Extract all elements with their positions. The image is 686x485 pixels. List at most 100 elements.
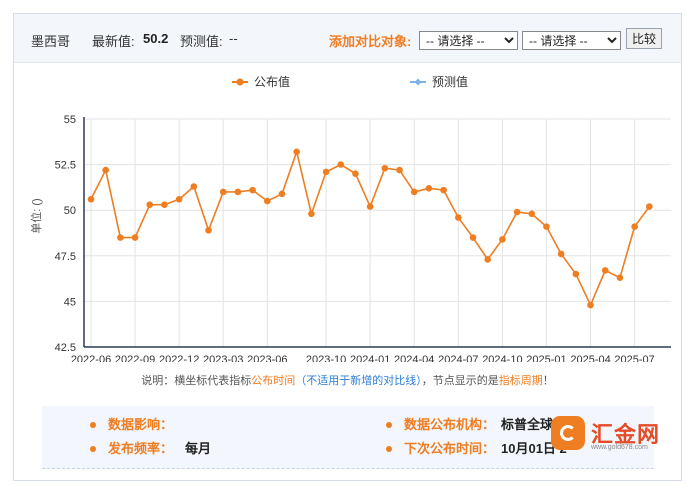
data-point: [87, 195, 95, 203]
data-point: [366, 203, 374, 210]
legend-label-forecast[interactable]: 预测值: [432, 74, 468, 89]
data-point: [175, 195, 183, 203]
x-tick-label: 2022-09: [115, 354, 155, 362]
data-point: [293, 148, 300, 156]
data-point: [469, 234, 477, 241]
x-axis-ticks: 2022-06 2022-09 2022-12 2023-03 2023-06 2023-…: [71, 354, 655, 362]
data-point: [190, 183, 198, 190]
data-point: [278, 190, 286, 198]
indicator-header: 墨西哥 最新值: 50.2 预测值: -- 添加对比对象: -- 请选择 -- …: [14, 14, 681, 63]
y-axis-label: 单位: (): [29, 198, 43, 233]
y-tick-label: 47.5: [55, 251, 76, 263]
data-point: [381, 164, 389, 172]
bullet-icon: [386, 421, 392, 428]
add-compare-label: 添加对比对象:: [329, 34, 412, 49]
info-impact: 数据影响：: [90, 414, 179, 433]
data-point: [161, 201, 168, 209]
bullet-icon: [90, 421, 96, 428]
x-tick-label: 2022-12: [159, 354, 199, 362]
y-tick-label: 50: [64, 205, 76, 217]
data-point: [543, 223, 550, 230]
x-tick-label: 2025-07: [614, 354, 654, 362]
data-point: [616, 274, 624, 281]
chart-note: 说明：横坐标代表指标公布时间（不适用于新增的对比线），节点显示的是指标周期！: [14, 372, 681, 388]
line-chart: 公布值 预测值 单位: () 42.5 45 47.5 50 52.5 55 2022-0…: [29, 74, 671, 362]
logo-url: www.gold678.com: [591, 444, 648, 451]
x-tick-label: 2023-06: [247, 354, 287, 362]
info-agency-value: 标普全球: [501, 417, 554, 432]
compare-button[interactable]: 比较: [626, 28, 662, 49]
data-point: [131, 234, 139, 241]
data-point: [396, 166, 403, 174]
y-tick-label: 45: [64, 296, 76, 308]
note-paren: （不适用于新增的对比线）: [295, 375, 422, 387]
info-impact-label: 数据影响：: [108, 417, 174, 432]
y-tick-label: 52.5: [55, 160, 76, 172]
info-agency: 数据公布机构： 标普全球: [386, 414, 553, 433]
chart-axes: [83, 117, 671, 348]
info-next-release: 下次公布时间： 10月01日 2: [386, 438, 567, 457]
chart-grid: [84, 118, 671, 348]
data-point: [205, 226, 212, 234]
compare-select-1[interactable]: -- 请选择 --: [419, 31, 518, 50]
chart-legend: 公布值 预测值: [232, 74, 468, 89]
legend-label-published[interactable]: 公布值: [254, 74, 290, 89]
x-tick-label: 2025-01: [526, 354, 566, 362]
data-point: [425, 185, 433, 192]
x-tick-label: 2024-10: [482, 354, 522, 362]
data-point: [146, 201, 154, 209]
data-point: [249, 186, 256, 194]
info-frequency-label: 发布频率：: [108, 441, 174, 456]
info-frequency: 发布频率： 每月: [90, 438, 211, 457]
data-point: [219, 188, 227, 196]
x-tick-label: 2023-03: [203, 354, 243, 362]
bullet-icon: [386, 445, 392, 452]
x-tick-label: 2025-04: [570, 354, 610, 362]
latest-value: 50.2: [143, 31, 169, 46]
data-point: [601, 267, 609, 274]
data-point: [234, 188, 242, 196]
x-tick-label: 2024-01: [350, 354, 390, 362]
x-tick-label: 2024-07: [438, 354, 478, 362]
data-point: [557, 250, 565, 258]
legend-marker-forecast: [414, 78, 422, 86]
note-period: 指标周期: [498, 375, 543, 387]
data-point: [264, 197, 271, 205]
y-tick-label: 42.5: [55, 342, 76, 354]
site-logo[interactable]: 汇金网 www.gold678.com: [551, 416, 671, 456]
data-point: [646, 203, 653, 210]
data-point: [528, 210, 536, 218]
note-suffix: ！: [542, 375, 554, 387]
data-point: [455, 214, 462, 221]
latest-value-label: 最新值:: [92, 34, 135, 49]
note-publish-time: 公布时间: [251, 375, 296, 387]
data-point: [410, 188, 418, 196]
data-point: [308, 210, 315, 218]
data-point: [117, 234, 124, 241]
logo-mark-icon: [551, 416, 585, 450]
compare-select-2[interactable]: -- 请选择 --: [522, 31, 621, 50]
data-point: [337, 161, 345, 168]
data-point: [631, 223, 638, 230]
data-point: [513, 208, 521, 216]
forecast-value: --: [229, 31, 238, 46]
info-next-release-label: 下次公布时间：: [404, 441, 496, 456]
data-point: [322, 168, 330, 176]
x-tick-label: 2024-04: [394, 354, 434, 362]
y-axis-ticks: 42.5 45 47.5 50 52.5 55: [55, 114, 76, 354]
forecast-value-label: 预测值:: [180, 34, 223, 49]
x-tick-label: 2023-10: [306, 354, 346, 362]
bullet-icon: [90, 445, 96, 452]
data-point: [499, 236, 506, 243]
note-prefix: 说明：横坐标代表指标: [141, 375, 252, 387]
data-point: [484, 256, 491, 263]
info-agency-label: 数据公布机构：: [404, 417, 496, 432]
data-point: [102, 166, 109, 174]
y-tick-label: 55: [64, 114, 76, 126]
info-frequency-value: 每月: [185, 441, 212, 456]
data-point: [572, 270, 580, 278]
country-name: 墨西哥: [31, 34, 71, 49]
data-point: [440, 186, 447, 194]
legend-marker-published: [236, 78, 244, 86]
indicator-panel: 墨西哥 最新值: 50.2 预测值: -- 添加对比对象: -- 请选择 -- …: [13, 13, 682, 481]
